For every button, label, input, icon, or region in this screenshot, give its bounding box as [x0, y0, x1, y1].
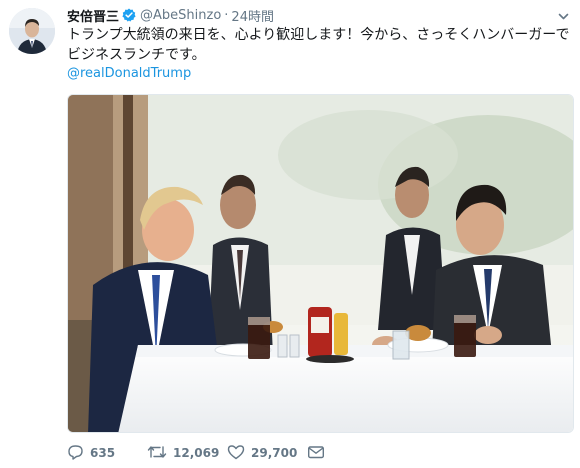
direct-message-button[interactable] [307, 444, 325, 463]
heart-icon [227, 444, 245, 463]
verified-badge-icon [122, 8, 136, 22]
retweet-button[interactable]: 12,069 [147, 444, 227, 463]
mention-link[interactable]: @realDonaldTrump [67, 66, 191, 81]
handle[interactable]: @AbeShinzo [140, 8, 221, 23]
tweet-header: 安倍晋三 @AbeShinzo · 24時間 [67, 6, 570, 25]
tweet-photo[interactable] [67, 94, 574, 433]
reply-icon [67, 444, 84, 463]
like-button[interactable]: 29,700 [227, 444, 307, 463]
reply-count: 635 [90, 446, 116, 460]
display-name[interactable]: 安倍晋三 [67, 6, 119, 25]
avatar[interactable] [9, 8, 55, 54]
tweet-card[interactable]: 安倍晋三 @AbeShinzo · 24時間 トランプ大統領の来日を、心より歓迎… [0, 0, 580, 468]
timestamp[interactable]: 24時間 [231, 6, 274, 25]
reply-button[interactable]: 635 [67, 444, 147, 463]
like-count: 29,700 [251, 446, 298, 460]
envelope-icon [307, 444, 325, 463]
tweet-actions: 635 12,069 29,700 [67, 443, 325, 463]
separator-dot: · [224, 7, 229, 23]
retweet-icon [147, 444, 167, 463]
tweet-text: トランプ大統領の来日を、心より歓迎します！今から、さっそくハンバーガーで ビジネ… [67, 25, 572, 65]
tweet-text-line: トランプ大統領の来日を、心より歓迎します！今から、さっそくハンバーガーで [67, 27, 570, 43]
retweet-count: 12,069 [173, 446, 220, 460]
tweet-text-line: ビジネスランチです。 [67, 47, 206, 63]
